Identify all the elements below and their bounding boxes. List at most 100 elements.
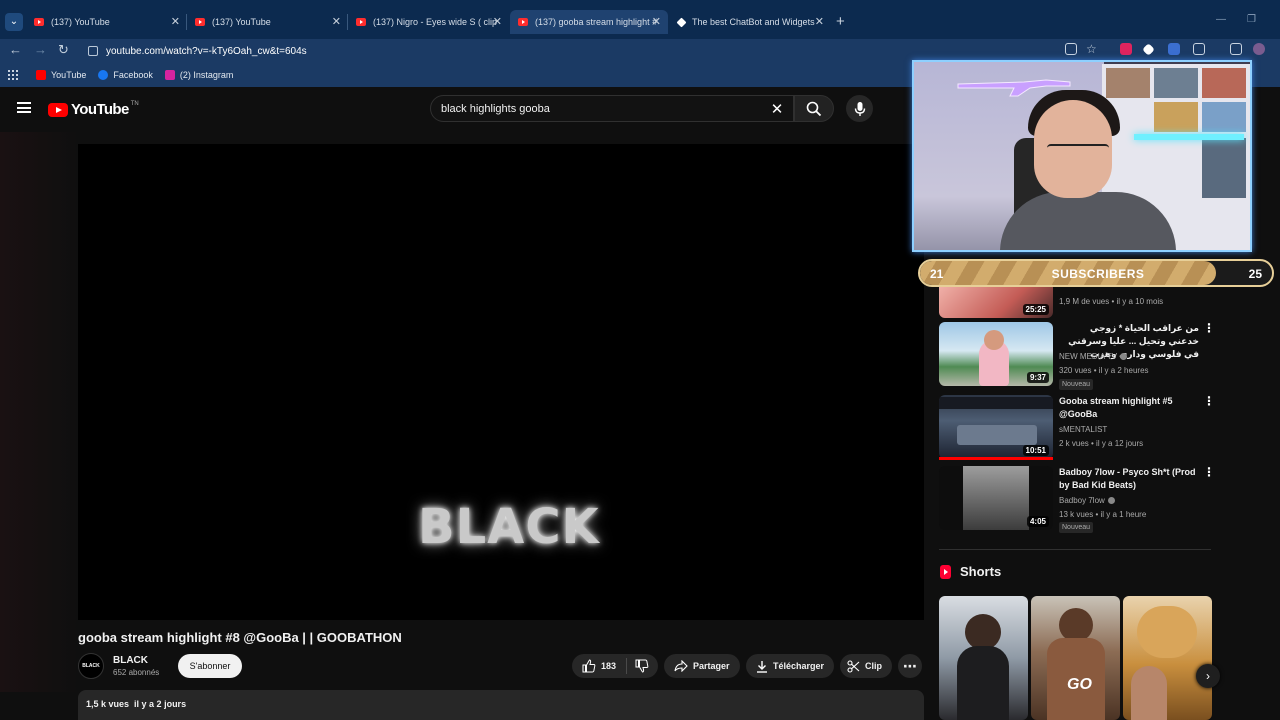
- address-bar[interactable]: youtube.com/watch?v=-kTy6Oah_cw&t=604s: [84, 41, 1044, 61]
- microphone-icon: [854, 101, 865, 116]
- more-actions-icon[interactable]: ⋯: [898, 654, 922, 678]
- more-options-icon[interactable]: ⋮: [1203, 466, 1215, 478]
- bookmark-facebook[interactable]: Facebook: [98, 70, 153, 80]
- site-info-icon[interactable]: [88, 46, 98, 56]
- profile-avatar[interactable]: [1253, 43, 1265, 55]
- youtube-icon: [36, 70, 46, 80]
- minimize-icon[interactable]: —: [1216, 14, 1226, 25]
- reload-icon[interactable]: ↻: [58, 42, 69, 58]
- channel-name[interactable]: NEW MEDIA TV: [1059, 352, 1128, 361]
- close-tab-icon[interactable]: ✕: [171, 15, 180, 28]
- side-panel-icon[interactable]: [1230, 43, 1242, 55]
- webcam-overlay: [912, 60, 1252, 252]
- channel-avatar[interactable]: BLACK: [78, 653, 104, 679]
- youtube-play-icon: [48, 102, 68, 117]
- subscribe-button[interactable]: S'abonner: [178, 654, 242, 678]
- recommendation-item[interactable]: 10:51 Gooba stream highlight #5 @GooBa s…: [939, 395, 1215, 461]
- channel-name[interactable]: BLACK: [113, 655, 159, 666]
- browser-tab-2[interactable]: (137) YouTube ✕: [195, 12, 341, 32]
- download-icon: [757, 660, 767, 673]
- video-thumbnail[interactable]: 4:05: [939, 466, 1053, 530]
- dislike-button[interactable]: [627, 659, 654, 673]
- video-owner: BLACK BLACK 652 abonnés: [78, 653, 159, 679]
- instagram-icon: [164, 70, 175, 80]
- video-title[interactable]: Badboy 7low - Psyco Sh*t (Prod by Bad Ki…: [1059, 466, 1199, 492]
- voice-search-button[interactable]: [846, 95, 873, 122]
- video-meta: 13 k vues • il y a 1 heure: [1059, 510, 1147, 519]
- apps-grid-icon[interactable]: [8, 70, 18, 80]
- duration-badge: 9:37: [1026, 372, 1049, 383]
- subscriber-goal-bar: 21 SUBSCRIBERS 25: [918, 259, 1274, 287]
- tab-title: (137) YouTube: [212, 17, 271, 27]
- channel-label: Badboy 7low: [1059, 496, 1105, 505]
- like-button[interactable]: 183: [572, 659, 616, 673]
- tab-divider: [186, 14, 187, 30]
- bookmark-label: YouTube: [51, 70, 87, 80]
- download-button[interactable]: Télécharger: [746, 654, 834, 678]
- shorts-heading: Shorts: [940, 564, 1001, 579]
- extensions-puzzle-icon[interactable]: [1193, 43, 1205, 55]
- video-meta: 2 k vues • il y a 12 jours: [1059, 439, 1144, 448]
- short-thumbnail[interactable]: GO: [1031, 596, 1120, 720]
- forward-icon[interactable]: →: [34, 42, 47, 57]
- back-icon[interactable]: ←: [9, 42, 22, 57]
- clear-search-icon[interactable]: ✕: [767, 100, 787, 118]
- recommendation-item[interactable]: 25:25 1,9 M de vues • il y a 10 mois: [939, 287, 1215, 319]
- more-options-icon[interactable]: ⋮: [1203, 322, 1215, 334]
- search-input[interactable]: black highlights gooba: [441, 103, 767, 115]
- extension-diamond-icon[interactable]: [1142, 43, 1155, 56]
- channel-label: NEW MEDIA TV: [1059, 352, 1118, 361]
- browser-tab-3[interactable]: (137) Nigro - Eyes wide S ( clip ✕: [356, 12, 502, 32]
- youtube-icon: [34, 18, 44, 26]
- chevron-right-icon[interactable]: ›: [1196, 664, 1220, 688]
- search-button[interactable]: [794, 95, 834, 122]
- browser-tab-4-active[interactable]: (137) gooba stream highlight # ✕: [510, 10, 668, 34]
- install-app-icon[interactable]: [1065, 43, 1077, 55]
- tab-title: The best ChatBot and Widgets: [692, 17, 815, 27]
- restore-icon[interactable]: ❐: [1247, 14, 1256, 25]
- close-tab-icon[interactable]: ✕: [493, 15, 502, 28]
- channel-name[interactable]: sMENTALIST: [1059, 425, 1107, 434]
- extension-icon[interactable]: [1168, 43, 1180, 55]
- bookmark-instagram[interactable]: (2) Instagram: [164, 70, 233, 80]
- close-tab-icon[interactable]: ✕: [652, 15, 661, 28]
- bookmark-youtube[interactable]: YouTube: [36, 70, 86, 80]
- clip-button[interactable]: Clip: [840, 654, 892, 678]
- share-icon: [674, 660, 688, 672]
- tab-search-button[interactable]: ⌄: [5, 13, 23, 31]
- clip-label: Clip: [865, 661, 882, 671]
- extension-icon[interactable]: [1120, 43, 1132, 55]
- recommendation-item[interactable]: 9:37 من عراقب الحياة * زوجي خدعني وتحيل …: [939, 322, 1215, 390]
- video-title: gooba stream highlight #8 @GooBa | | GOO…: [78, 630, 402, 645]
- browser-tab-1[interactable]: (137) YouTube ✕: [34, 12, 180, 32]
- browser-tab-5[interactable]: The best ChatBot and Widgets ✕: [676, 12, 824, 32]
- video-title[interactable]: Gooba stream highlight #5 @GooBa: [1059, 395, 1199, 421]
- menu-icon[interactable]: [17, 102, 31, 113]
- more-options-icon[interactable]: ⋮: [1203, 395, 1215, 407]
- short-thumbnail[interactable]: [939, 596, 1028, 720]
- tab-title: (137) gooba stream highlight #: [535, 17, 658, 27]
- avatar-text: BLACK: [82, 663, 100, 669]
- new-badge: Nouveau: [1059, 379, 1094, 390]
- video-thumbnail[interactable]: 10:51: [939, 395, 1053, 459]
- bookmark-star-icon[interactable]: ☆: [1086, 42, 1097, 56]
- video-thumbnail[interactable]: 9:37: [939, 322, 1053, 386]
- description-box[interactable]: 1,5 k vues il y a 2 jours: [78, 690, 924, 720]
- channel-name[interactable]: Badboy 7low: [1059, 496, 1115, 505]
- duration-badge: 25:25: [1022, 304, 1049, 315]
- video-player[interactable]: BLACK: [78, 144, 924, 620]
- url-text: youtube.com/watch?v=-kTy6Oah_cw&t=604s: [106, 45, 307, 57]
- verified-icon: [1107, 497, 1115, 504]
- goal-target-count: 25: [1248, 267, 1262, 281]
- close-tab-icon[interactable]: ✕: [332, 15, 341, 28]
- new-tab-button[interactable]: +: [836, 13, 845, 30]
- share-button[interactable]: Partager: [664, 654, 740, 678]
- youtube-logo[interactable]: YouTube TN: [48, 101, 139, 118]
- country-code: TN: [130, 101, 139, 107]
- recommendation-item[interactable]: 4:05 Badboy 7low - Psyco Sh*t (Prod by B…: [939, 466, 1215, 533]
- tab-title: (137) Nigro - Eyes wide S ( clip: [373, 17, 498, 27]
- search-box[interactable]: black highlights gooba ✕: [430, 95, 794, 122]
- short-thumbnail[interactable]: [1123, 596, 1212, 720]
- close-tab-icon[interactable]: ✕: [815, 15, 824, 28]
- video-thumbnail[interactable]: 25:25: [939, 287, 1053, 318]
